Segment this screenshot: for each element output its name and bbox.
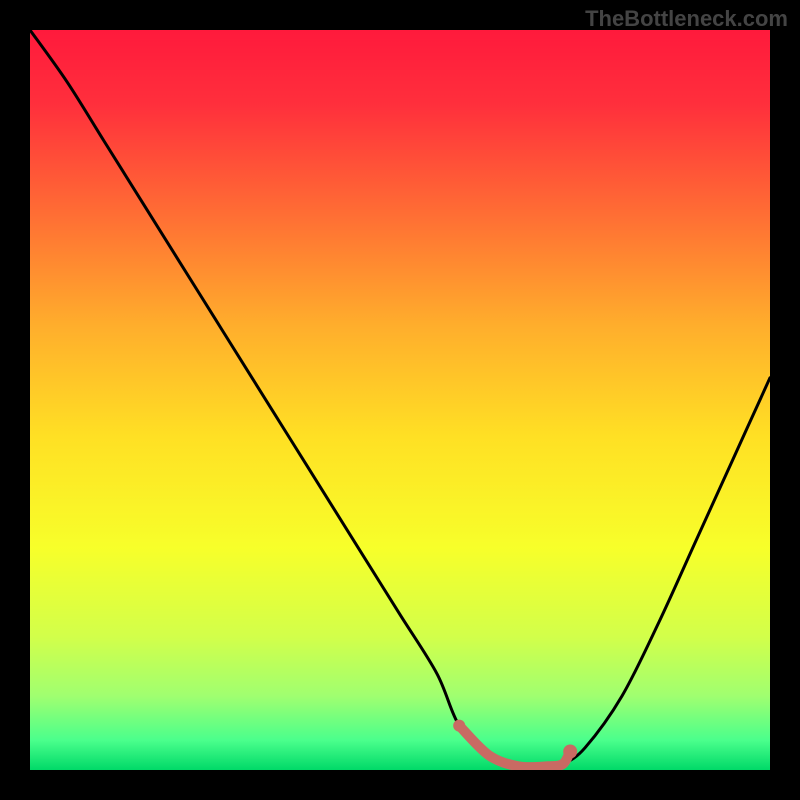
bottleneck-curve — [30, 30, 770, 767]
optimum-end-dot — [563, 745, 577, 759]
optimum-segment — [459, 726, 570, 768]
plot-area — [30, 30, 770, 770]
chart-svg — [30, 30, 770, 770]
watermark-label: TheBottleneck.com — [585, 6, 788, 32]
optimum-start-dot — [453, 720, 465, 732]
